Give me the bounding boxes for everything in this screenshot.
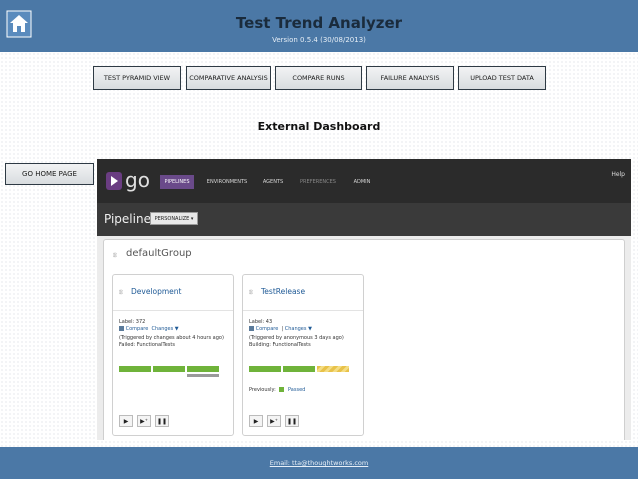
pipeline-links: Compare Changes ▼ (119, 326, 231, 333)
trigger-play-icon[interactable]: ▶ (119, 415, 133, 427)
pause-icon[interactable]: ❚❚ (285, 415, 299, 427)
card-header: ⦂⦂ TestRelease (243, 275, 363, 311)
stage-passed[interactable] (119, 366, 151, 372)
trigger-play-icon[interactable]: ▶ (249, 415, 263, 427)
stage-passed[interactable] (153, 366, 185, 372)
trigger-info: (Triggered by anonymous 3 days ago) (249, 335, 344, 341)
personalize-button[interactable]: PERSONALIZE ▾ (150, 212, 198, 225)
nav-test-pyramid-view[interactable]: TEST PYRAMID VIEW (93, 66, 181, 90)
pipeline-name[interactable]: TestRelease (261, 287, 305, 296)
go-nav-preferences[interactable]: PREFERENCES (298, 175, 338, 189)
email-link[interactable]: Email: tta@thoughtworks.com (0, 459, 638, 467)
compare-icon (119, 326, 124, 331)
stage-passed[interactable] (283, 366, 315, 372)
pipeline-controls: ▶ ▶⁺ ❚❚ (249, 415, 299, 427)
group-chevron-icon: ⦂⦂ (113, 250, 117, 259)
pipeline-card-testrelease: ⦂⦂ TestRelease Label: 43 Compare | Chang… (242, 274, 364, 436)
pipeline-status: Building: FunctionalTests (249, 342, 311, 348)
pipeline-label: Label: 372 (119, 319, 146, 325)
go-logo-icon (106, 172, 122, 190)
previously-label: Previously: (249, 387, 276, 393)
go-nav-pipelines[interactable]: PIPELINES (160, 175, 194, 189)
passed-square-icon (279, 387, 285, 392)
go-top-bar: go PIPELINES ENVIRONMENTS AGENTS PREFERE… (97, 159, 631, 203)
pipeline-name[interactable]: Development (131, 287, 182, 296)
go-nav-admin[interactable]: ADMIN (351, 175, 373, 189)
stage-passed[interactable] (249, 366, 281, 372)
pipeline-status: Failed: FunctionalTests (119, 342, 175, 348)
compare-icon (249, 326, 254, 331)
stage-building[interactable] (317, 366, 349, 372)
app-version: Version 0.5.4 (30/08/2013) (272, 36, 366, 44)
stage-previous-marker (187, 374, 219, 377)
go-help-link[interactable]: Help (611, 171, 625, 178)
pipeline-group: ⦂⦂ defaultGroup ⦂⦂ Development Label: 37… (103, 239, 625, 440)
pipeline-label: Label: 43 (249, 319, 273, 325)
trigger-with-options-icon[interactable]: ▶⁺ (137, 415, 151, 427)
trigger-with-options-icon[interactable]: ▶⁺ (267, 415, 281, 427)
go-nav-agents[interactable]: AGENTS (260, 175, 286, 189)
changes-link[interactable]: Changes ▼ (151, 326, 178, 332)
nav-failure-analysis[interactable]: FAILURE ANALYSIS (366, 66, 454, 90)
pipeline-chevron-icon: ⦂⦂ (249, 287, 253, 296)
trigger-info: (Triggered by changes about 4 hours ago) (119, 335, 224, 341)
pause-icon[interactable]: ❚❚ (155, 415, 169, 427)
page-title: External Dashboard (257, 120, 381, 133)
nav-comparative-analysis[interactable]: COMPARATIVE ANALYSIS (186, 66, 271, 90)
go-dashboard-frame: go PIPELINES ENVIRONMENTS AGENTS PREFERE… (97, 159, 631, 440)
pipeline-info: Label: 372 Compare Changes ▼ (Triggered … (119, 319, 231, 349)
previous-status-link[interactable]: Passed (288, 387, 305, 393)
app-header: Test Trend Analyzer Version 0.5.4 (30/08… (0, 0, 638, 52)
go-subheader: Pipelines PERSONALIZE ▾ (97, 203, 631, 236)
nav-upload-test-data[interactable]: UPLOAD TEST DATA (458, 66, 546, 90)
go-home-page-button[interactable]: GO HOME PAGE (5, 163, 94, 185)
pipeline-controls: ▶ ▶⁺ ❚❚ (119, 415, 169, 427)
compare-link[interactable]: Compare (256, 326, 279, 332)
app-footer: Email: tta@thoughtworks.com (0, 447, 638, 479)
compare-link[interactable]: Compare (126, 326, 149, 332)
stage-bar (249, 366, 349, 372)
pipeline-chevron-icon: ⦂⦂ (119, 287, 123, 296)
card-header: ⦂⦂ Development (113, 275, 233, 311)
changes-link[interactable]: Changes ▼ (285, 326, 312, 332)
stage-passed[interactable] (187, 366, 219, 372)
stage-bar (119, 366, 219, 372)
nav-compare-runs[interactable]: COMPARE RUNS (275, 66, 362, 90)
group-title: defaultGroup (126, 248, 192, 259)
app-title: Test Trend Analyzer (235, 14, 403, 32)
pipeline-info: Label: 43 Compare | Changes ▼ (Triggered… (249, 319, 361, 349)
pipeline-card-development: ⦂⦂ Development Label: 372 Compare Change… (112, 274, 234, 436)
go-logo: go (125, 168, 150, 192)
previous-status: Previously: Passed (249, 387, 305, 393)
pipeline-links: Compare | Changes ▼ (249, 326, 361, 333)
go-nav-environments[interactable]: ENVIRONMENTS (205, 175, 249, 189)
